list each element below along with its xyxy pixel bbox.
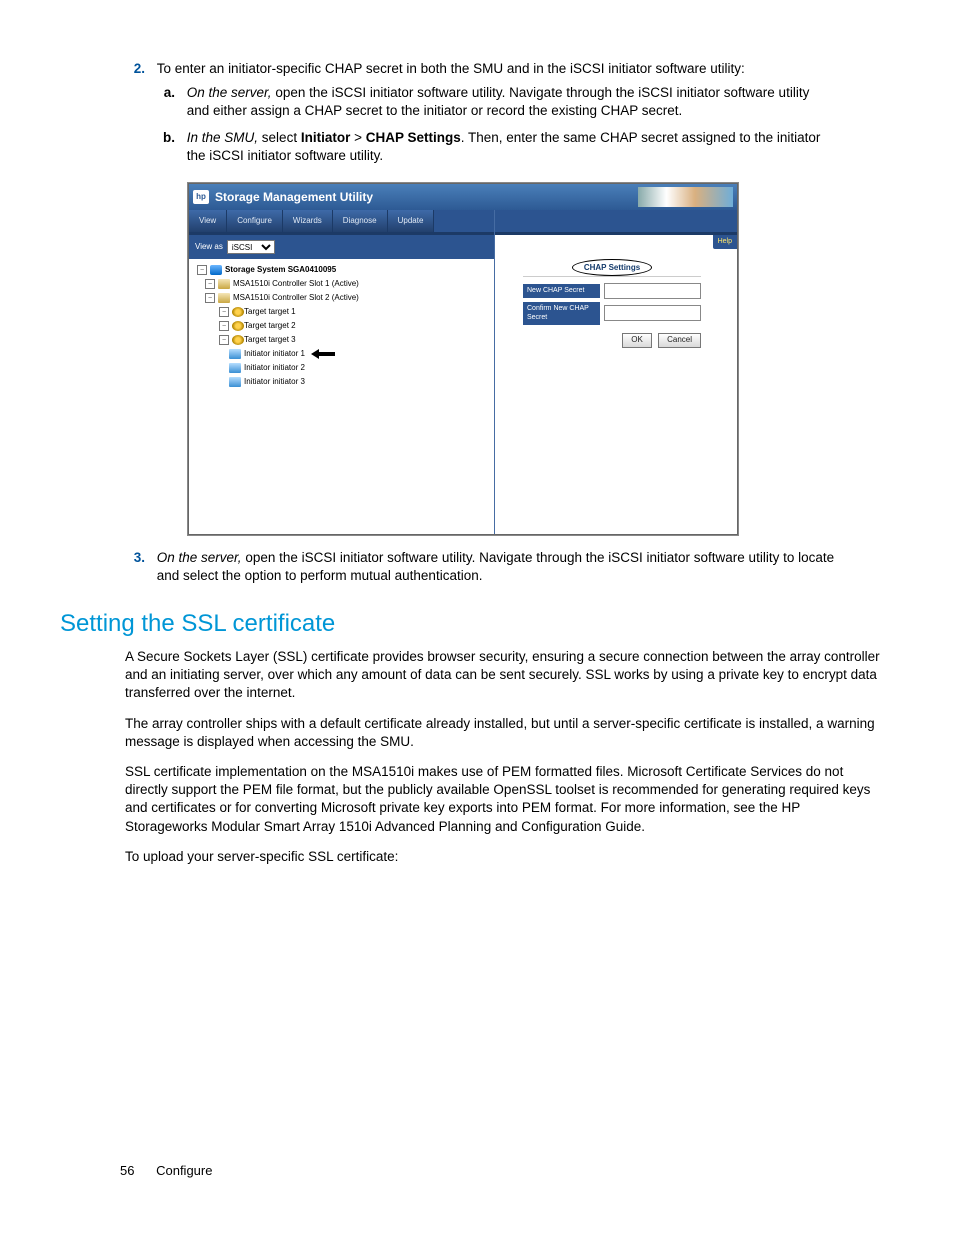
tree-tgt2-label: Target target 2 [244,321,296,332]
tree-tgt3-label: Target target 3 [244,335,296,346]
step-3-text: On the server, open the iSCSI initiator … [157,549,837,585]
tree-initiator-3[interactable]: Initiator initiator 3 [197,375,490,389]
initiator-icon [229,363,241,373]
collapse-icon[interactable]: − [219,307,229,317]
view-as-select[interactable]: iSCSI [227,240,275,254]
step-letter-a: a. [155,84,175,102]
step-2a-lead: On the server, [187,85,272,100]
tab-view[interactable]: View [189,210,227,232]
tree-controller-2[interactable]: − MSA1510i Controller Slot 2 (Active) [197,291,490,305]
smu-left-pane: View Configure Wizards Diagnose Update V… [189,210,495,534]
header-photo [638,187,733,207]
collapse-icon[interactable]: − [205,293,215,303]
new-chap-label: New CHAP Secret [523,284,600,297]
smu-screenshot: hp Storage Management Utility View Confi… [188,183,738,535]
initiator-icon [229,349,241,359]
confirm-chap-row: Confirm New CHAP Secret [523,302,701,325]
panel-heading: CHAP Settings [523,263,701,277]
panel-button-row: OK Cancel [523,333,701,348]
device-tree: − Storage System SGA0410095 − MSA1510i C… [189,259,494,534]
smu-right-pane: Help CHAP Settings New CHAP Secret Confi… [495,210,737,534]
tree-target-3[interactable]: − Target target 3 [197,333,490,347]
tab-wizards[interactable]: Wizards [283,210,333,232]
tree-ctrl1-label: MSA1510i Controller Slot 1 (Active) [233,279,359,290]
step-2a-text: On the server, open the iSCSI initiator … [187,84,827,120]
chap-settings-panel: CHAP Settings New CHAP Secret Confirm Ne… [523,263,701,347]
new-chap-input[interactable] [604,283,701,299]
new-chap-row: New CHAP Secret [523,283,701,299]
step-2b-bold2: CHAP Settings [366,130,461,145]
tree-target-1[interactable]: − Target target 1 [197,305,490,319]
tab-diagnose[interactable]: Diagnose [333,210,388,232]
hp-logo-icon: hp [193,190,209,204]
callout-arrow-icon [311,349,335,359]
tree-init3-label: Initiator initiator 3 [244,377,305,388]
footer-page-number: 56 [120,1163,134,1178]
smu-nav-tabs: View Configure Wizards Diagnose Update [189,210,494,235]
page-footer: 56 Configure [120,1162,212,1180]
tree-root[interactable]: − Storage System SGA0410095 [197,263,490,277]
collapse-icon[interactable]: − [219,335,229,345]
cancel-button[interactable]: Cancel [658,333,701,348]
step-3-rest: open the iSCSI initiator software utilit… [157,550,834,583]
controller-icon [218,293,230,303]
confirm-chap-label: Confirm New CHAP Secret [523,302,600,325]
ssl-para-4: To upload your server-specific SSL certi… [125,848,885,866]
tab-configure[interactable]: Configure [227,210,283,232]
smu-right-nav-spacer [495,210,737,235]
step-number-2: 2. [115,60,145,78]
section-heading-ssl: Setting the SSL certificate [60,608,894,640]
tree-ctrl2-label: MSA1510i Controller Slot 2 (Active) [233,293,359,304]
step-letter-b: b. [155,129,175,147]
step-2a-body: open the iSCSI initiator software utilit… [187,85,810,118]
ssl-para-1: A Secure Sockets Layer (SSL) certificate… [125,648,885,703]
step-2b-plain1: select [258,130,301,145]
step-2b-text: In the SMU, select Initiator > CHAP Sett… [187,129,827,165]
step-number-3: 3. [115,549,145,567]
tree-initiator-2[interactable]: Initiator initiator 2 [197,361,490,375]
step-2b-bold1: Initiator [301,130,351,145]
smu-title: Storage Management Utility [215,189,373,205]
step-2b-lead: In the SMU, [187,130,258,145]
tree-tgt1-label: Target target 1 [244,307,296,318]
target-icon [232,307,244,317]
help-link[interactable]: Help [713,235,737,248]
tree-target-2[interactable]: − Target target 2 [197,319,490,333]
tab-update[interactable]: Update [388,210,435,232]
tree-controller-1[interactable]: − MSA1510i Controller Slot 1 (Active) [197,277,490,291]
storage-system-icon [210,265,222,275]
ssl-para-2: The array controller ships with a defaul… [125,715,885,751]
step-2b-gt: > [350,130,365,145]
controller-icon [218,279,230,289]
target-icon [232,335,244,345]
collapse-icon[interactable]: − [205,279,215,289]
collapse-icon[interactable]: − [219,321,229,331]
ok-button[interactable]: OK [622,333,652,348]
confirm-chap-input[interactable] [604,305,701,321]
target-icon [232,321,244,331]
tree-initiator-1[interactable]: Initiator initiator 1 [197,347,490,361]
panel-heading-text: CHAP Settings [584,263,640,272]
step-3-lead: On the server, [157,550,242,565]
view-as-bar: View as iSCSI [189,235,494,259]
footer-section: Configure [156,1163,212,1178]
initiator-icon [229,377,241,387]
collapse-icon[interactable]: − [197,265,207,275]
tree-init2-label: Initiator initiator 2 [244,363,305,374]
ssl-para-3: SSL certificate implementation on the MS… [125,763,885,836]
step-2-text: To enter an initiator-specific CHAP secr… [157,60,837,78]
tree-root-label: Storage System SGA0410095 [225,265,336,276]
view-as-label: View as [195,242,223,253]
tree-init1-label: Initiator initiator 1 [244,349,305,360]
smu-titlebar: hp Storage Management Utility [189,184,737,210]
